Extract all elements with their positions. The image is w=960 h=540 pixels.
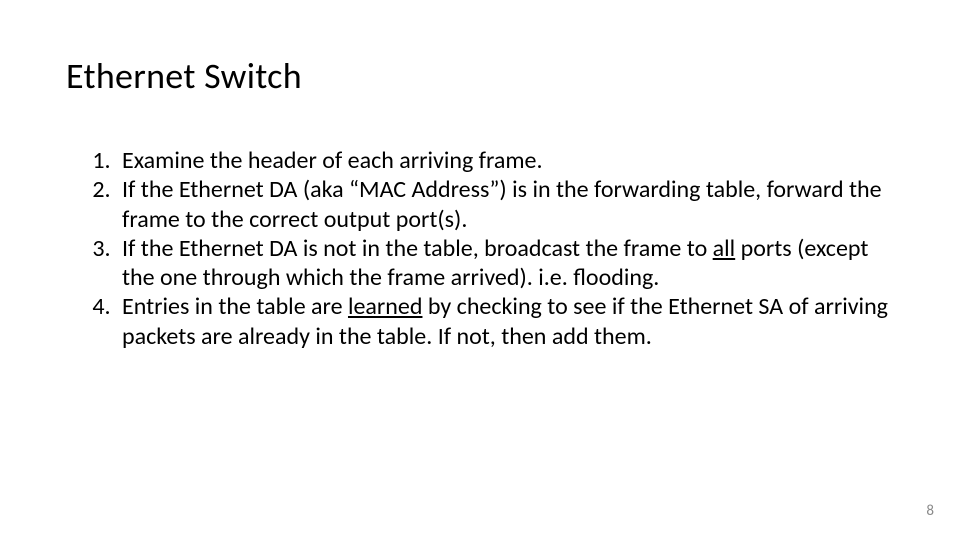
list-item-text: If the Ethernet DA (aka “MAC Address”) i…	[122, 175, 882, 233]
numbered-list: Examine the header of each arriving fram…	[66, 146, 896, 351]
list-item: If the Ethernet DA (aka “MAC Address”) i…	[116, 175, 896, 234]
list-item-text-part: If the Ethernet DA is not in the table, …	[122, 234, 713, 263]
slide-body: Examine the header of each arriving fram…	[66, 146, 896, 351]
list-item-text-part: Entries in the table are	[122, 292, 348, 321]
page-number: 8	[926, 502, 934, 520]
list-item: Examine the header of each arriving fram…	[116, 146, 896, 175]
list-item-text: Examine the header of each arriving fram…	[122, 146, 543, 175]
slide-title: Ethernet Switch	[66, 54, 302, 98]
underlined-text: all	[713, 234, 736, 263]
slide: Ethernet Switch Examine the header of ea…	[0, 0, 960, 540]
underlined-text: learned	[348, 292, 422, 321]
list-item: Entries in the table are learned by chec…	[116, 292, 896, 351]
list-item: If the Ethernet DA is not in the table, …	[116, 234, 896, 293]
